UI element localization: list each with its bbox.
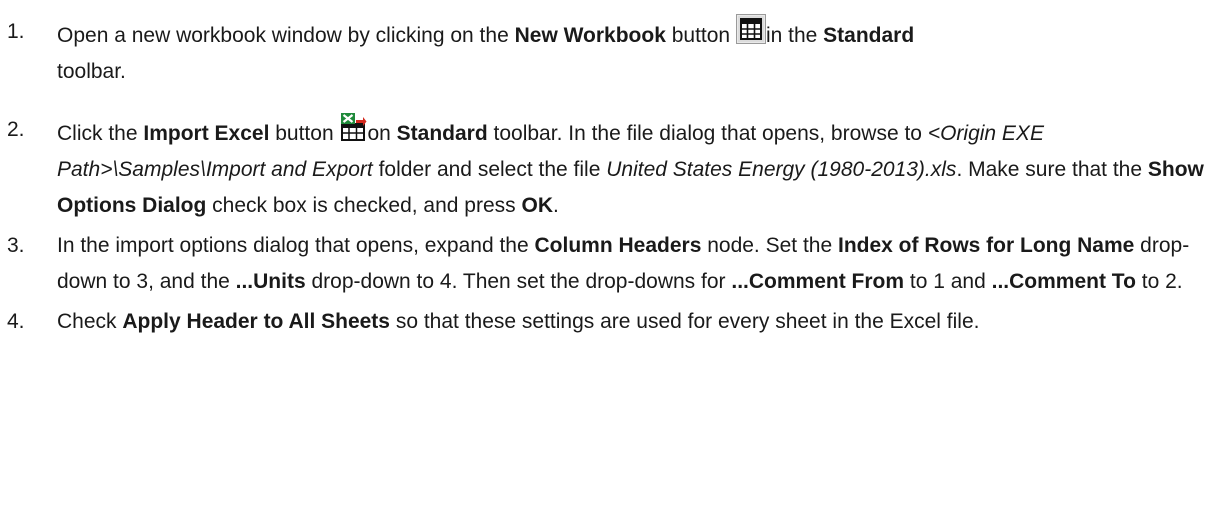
import-excel-icon (339, 112, 367, 142)
text-span: . (553, 194, 559, 217)
step-text: Open a new workbook window by clicking o… (57, 14, 915, 83)
ui-term: Standard (823, 24, 915, 47)
text-span: toolbar. (57, 60, 126, 83)
ui-term: Import Excel (143, 122, 270, 145)
ui-term: ...Comment From (731, 270, 905, 293)
text-span: to 1 and (904, 270, 992, 293)
ui-term: ...Units (235, 270, 306, 293)
step-number: 4. (7, 310, 25, 333)
ui-term: OK (521, 194, 554, 217)
ui-term: Column Headers (534, 234, 702, 257)
text-span: in the (765, 24, 824, 47)
step-2: 2. Click the Import Excel button on Stan… (0, 112, 1207, 224)
text-span: drop-down to 4. Then set the drop-downs … (305, 270, 732, 293)
text-span: button (665, 24, 736, 47)
text-span: toolbar. In the file dialog that opens, … (487, 122, 928, 145)
text-span: so that these settings are used for ever… (389, 310, 980, 333)
new-workbook-icon (735, 14, 766, 44)
text-span: Open a new workbook window by clicking o… (57, 24, 515, 47)
step-text: Check Apply Header to All Sheets so that… (57, 310, 979, 333)
step-text: In the import options dialog that opens,… (57, 234, 1189, 293)
ui-term: ...Comment To (991, 270, 1136, 293)
step-4: 4. Check Apply Header to All Sheets so t… (0, 304, 1207, 340)
ui-term: New Workbook (514, 24, 666, 47)
text-span: check box is checked, and press (206, 194, 522, 217)
text-span: to 2. (1135, 270, 1183, 293)
file-name: United States Energy (1980-2013).xls (606, 158, 957, 181)
text-span: Click the (57, 122, 144, 145)
text-span: . Make sure that the (956, 158, 1148, 181)
text-span: node. Set the (701, 234, 838, 257)
step-text: Click the Import Excel button on Standar… (57, 113, 1204, 217)
text-span: folder and select the file (372, 158, 607, 181)
step-number: 3. (7, 234, 25, 257)
step-3: 3. In the import options dialog that ope… (0, 228, 1207, 300)
text-span: button (269, 122, 340, 145)
step-1: 1. Open a new workbook window by clickin… (0, 14, 1207, 90)
text-span: Check (57, 310, 123, 333)
text-span: on (367, 122, 397, 145)
ui-term: Apply Header to All Sheets (122, 310, 390, 333)
step-number: 1. (7, 20, 25, 43)
instruction-steps: 1. Open a new workbook window by clickin… (0, 14, 1213, 340)
ui-term: Standard (396, 122, 488, 145)
text-span: In the import options dialog that opens,… (57, 234, 535, 257)
ui-term: Index of Rows for Long Name (837, 234, 1135, 257)
step-number: 2. (7, 118, 25, 141)
